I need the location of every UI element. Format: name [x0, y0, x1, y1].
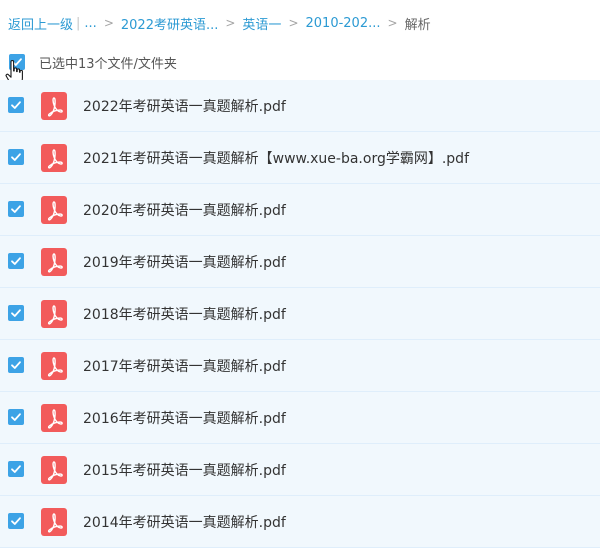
- back-link[interactable]: 返回上一级: [8, 14, 73, 33]
- file-name[interactable]: 2021年考研英语一真题解析【www.xue-ba.org学霸网】.pdf: [83, 148, 469, 168]
- row-checkbox[interactable]: [8, 513, 24, 529]
- checkmark-icon: [11, 153, 21, 161]
- file-name[interactable]: 2015年考研英语一真题解析.pdf: [83, 460, 286, 480]
- file-name[interactable]: 2020年考研英语一真题解析.pdf: [83, 200, 286, 220]
- pdf-icon: [41, 508, 67, 536]
- file-name[interactable]: 2016年考研英语一真题解析.pdf: [83, 408, 286, 428]
- file-name[interactable]: 2018年考研英语一真题解析.pdf: [83, 304, 286, 324]
- file-row[interactable]: 2016年考研英语一真题解析.pdf: [0, 392, 600, 444]
- checkmark-icon: [11, 309, 21, 317]
- file-row[interactable]: 2020年考研英语一真题解析.pdf: [0, 184, 600, 236]
- breadcrumb-divider: |: [76, 15, 81, 31]
- file-row[interactable]: 2015年考研英语一真题解析.pdf: [0, 444, 600, 496]
- row-checkbox[interactable]: [8, 305, 24, 321]
- pdf-icon: [41, 300, 67, 328]
- row-checkbox[interactable]: [8, 461, 24, 477]
- checkmark-icon: [11, 361, 21, 369]
- row-checkbox[interactable]: [8, 409, 24, 425]
- selection-bar: 已选中13个文件/文件夹: [0, 44, 600, 86]
- pdf-icon: [41, 404, 67, 432]
- pdf-icon: [41, 144, 67, 172]
- file-name[interactable]: 2019年考研英语一真题解析.pdf: [83, 252, 286, 272]
- file-row[interactable]: 2022年考研英语一真题解析.pdf: [0, 80, 600, 132]
- chevron-right-icon: >: [103, 16, 114, 30]
- breadcrumb-ellipsis[interactable]: ...: [84, 16, 96, 31]
- pdf-icon: [41, 456, 67, 484]
- row-checkbox[interactable]: [8, 97, 24, 113]
- file-row[interactable]: 2014年考研英语一真题解析.pdf: [0, 496, 600, 548]
- file-name[interactable]: 2017年考研英语一真题解析.pdf: [83, 356, 286, 376]
- row-checkbox[interactable]: [8, 253, 24, 269]
- chevron-right-icon: >: [387, 16, 398, 30]
- pdf-icon: [41, 352, 67, 380]
- breadcrumb-item-year-range[interactable]: 2010-202...: [306, 16, 381, 31]
- checkmark-icon: [11, 413, 21, 421]
- breadcrumb: 返回上一级 | ... > 2022考研英语... > 英语一 > 2010-2…: [8, 14, 431, 33]
- pdf-icon: [41, 196, 67, 224]
- row-checkbox[interactable]: [8, 149, 24, 165]
- file-name[interactable]: 2022年考研英语一真题解析.pdf: [83, 96, 286, 116]
- pdf-icon: [41, 92, 67, 120]
- checkmark-icon: [11, 205, 21, 213]
- file-row[interactable]: 2021年考研英语一真题解析【www.xue-ba.org学霸网】.pdf: [0, 132, 600, 184]
- file-browser: 返回上一级 | ... > 2022考研英语... > 英语一 > 2010-2…: [0, 0, 600, 548]
- file-list: 2022年考研英语一真题解析.pdf 2021年考研英语一真题解析【www.xu…: [0, 80, 600, 548]
- pdf-icon: [41, 248, 67, 276]
- chevron-right-icon: >: [225, 16, 236, 30]
- file-name[interactable]: 2014年考研英语一真题解析.pdf: [83, 512, 286, 532]
- checkmark-icon: [11, 465, 21, 473]
- selection-count: 已选中13个文件/文件夹: [39, 57, 177, 72]
- file-row[interactable]: 2018年考研英语一真题解析.pdf: [0, 288, 600, 340]
- breadcrumb-item-english-one[interactable]: 英语一: [242, 14, 281, 33]
- file-row[interactable]: 2017年考研英语一真题解析.pdf: [0, 340, 600, 392]
- chevron-right-icon: >: [288, 16, 299, 30]
- checkmark-icon: [11, 101, 21, 109]
- breadcrumb-item-exam-folder[interactable]: 2022考研英语...: [121, 14, 218, 33]
- checkmark-icon: [11, 257, 21, 265]
- row-checkbox[interactable]: [8, 357, 24, 373]
- row-checkbox[interactable]: [8, 201, 24, 217]
- checkmark-icon: [11, 517, 21, 525]
- file-row[interactable]: 2019年考研英语一真题解析.pdf: [0, 236, 600, 288]
- breadcrumb-current: 解析: [404, 17, 431, 33]
